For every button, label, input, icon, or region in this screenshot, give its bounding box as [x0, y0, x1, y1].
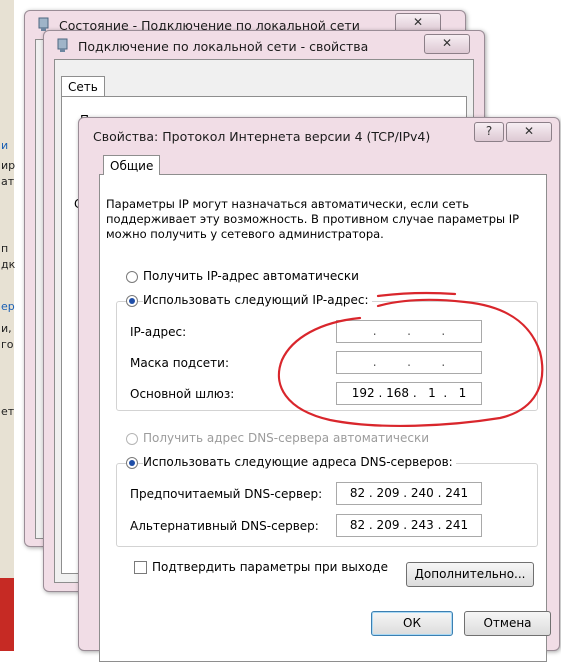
background-text: ат [1, 175, 15, 188]
ip-auto-radio[interactable] [126, 271, 138, 283]
ipv4-properties-window[interactable]: Свойства: Протокол Интернета версии 4 (T… [78, 117, 560, 662]
window-title: Свойства: Протокол Интернета версии 4 (T… [93, 129, 431, 144]
tab-network[interactable]: Сеть [61, 76, 105, 97]
background-text: п [1, 242, 9, 255]
dns-auto-label: Получить адрес DNS-сервера автоматически [143, 431, 430, 445]
subnet-mask-label: Маска подсети: [130, 356, 230, 370]
help-button[interactable]: ? [474, 122, 504, 142]
tab-general[interactable]: Общие [103, 155, 161, 175]
ok-button[interactable]: ОК [371, 611, 453, 636]
default-gateway-label: Основной шлюз: [130, 387, 235, 401]
background-text: ир [1, 159, 16, 172]
alternate-dns-label: Альтернативный DNS-сервер: [130, 519, 319, 533]
validate-checkbox[interactable] [134, 561, 147, 574]
background-text: ет [1, 405, 15, 418]
dns-manual-radio[interactable] [126, 457, 138, 469]
ip-manual-label: Использовать следующий IP-адрес: [143, 293, 372, 307]
ip-address-input[interactable]: . . . [336, 320, 482, 343]
dns-manual-label: Использовать следующие адреса DNS-сервер… [143, 455, 456, 469]
alternate-dns-input[interactable]: 82 . 209 . 243 . 241 [336, 514, 482, 537]
close-button[interactable]: ✕ [424, 34, 470, 54]
background-text: и, [1, 322, 12, 335]
dns-auto-radio[interactable] [126, 433, 138, 445]
advanced-button[interactable]: Дополнительно... [406, 562, 534, 587]
ip-auto-label: Получить IP-адрес автоматически [143, 269, 359, 283]
background-red-block [0, 578, 14, 651]
background-text: го [1, 338, 14, 351]
general-tab-panel: Параметры IP могут назначаться автоматич… [99, 174, 547, 662]
network-adapter-icon [57, 38, 68, 52]
validate-label: Подтвердить параметры при выходе [152, 560, 388, 574]
window-title: Подключение по локальной сети - свойства [78, 39, 369, 54]
close-button[interactable]: ✕ [506, 122, 552, 142]
preferred-dns-label: Предпочитаемый DNS-сервер: [130, 487, 323, 501]
cancel-button[interactable]: Отмена [464, 611, 551, 636]
preferred-dns-input[interactable]: 82 . 209 . 240 . 241 [336, 482, 482, 505]
background-text: дк [1, 258, 16, 271]
background-text: и [1, 139, 9, 152]
background-text: ер [1, 300, 15, 313]
ip-address-label: IP-адрес: [130, 325, 187, 339]
default-gateway-input[interactable]: 192 . 168 . 1 . 1 [336, 382, 482, 405]
ip-manual-radio[interactable] [126, 295, 138, 307]
subnet-mask-input[interactable]: . . . [336, 351, 482, 374]
description-text: Параметры IP могут назначаться автоматич… [106, 197, 520, 241]
